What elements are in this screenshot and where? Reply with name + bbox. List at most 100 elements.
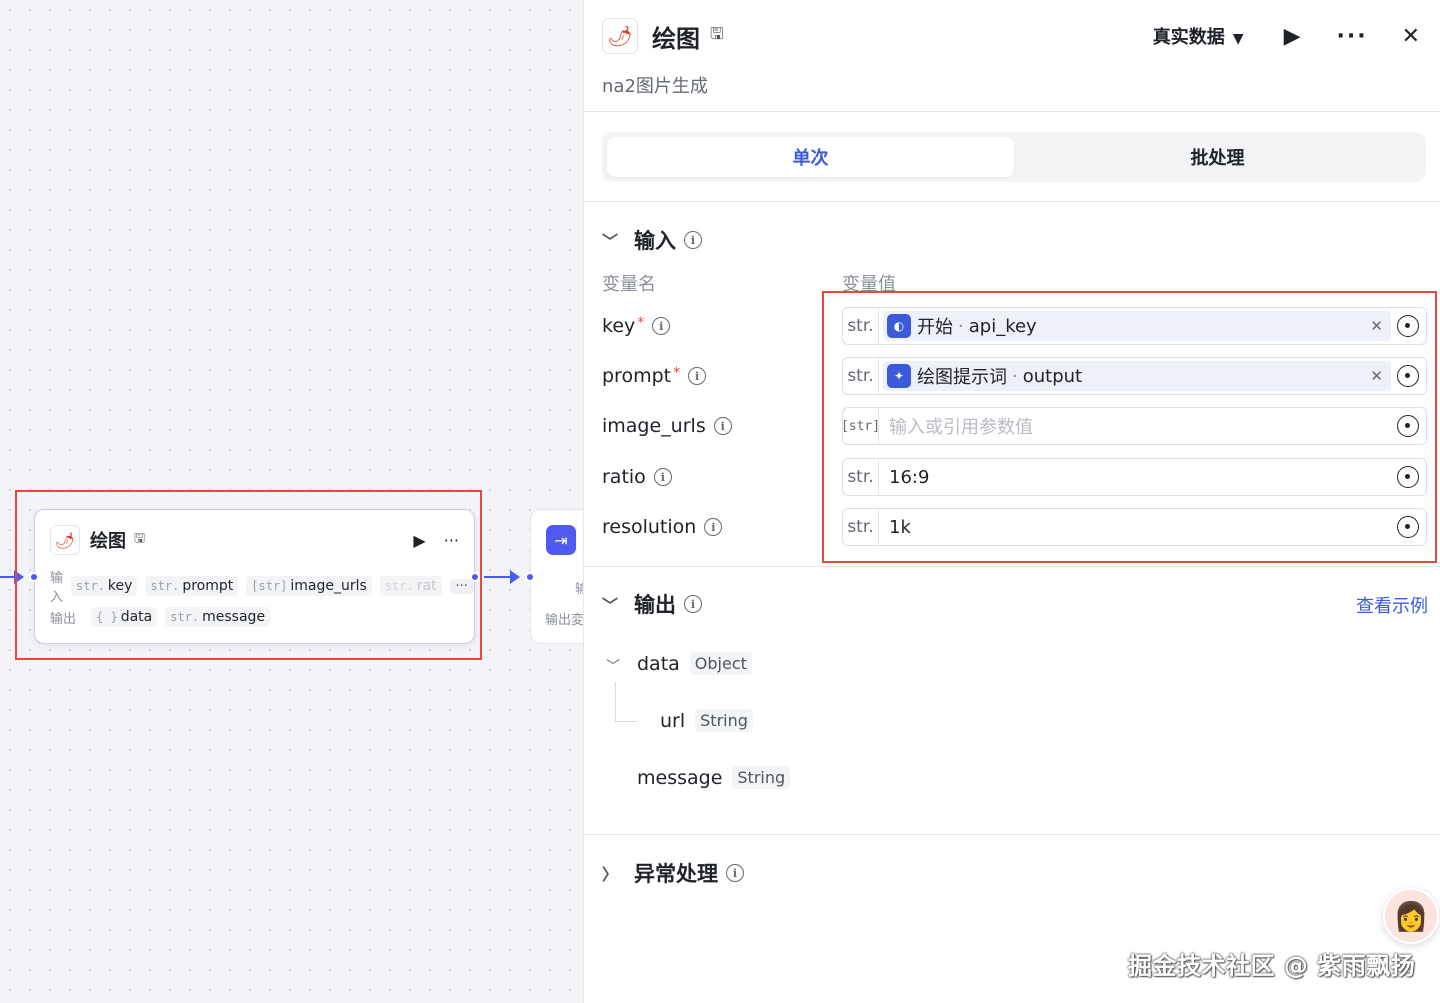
info-icon[interactable]: i <box>713 417 732 435</box>
data-mode-select[interactable]: 真实数据 ▼ <box>1153 23 1244 49</box>
type-chip: String <box>695 709 753 732</box>
tab-batch[interactable]: 批处理 <box>1014 137 1421 177</box>
start-icon: ◐ <box>887 314 911 338</box>
workflow-canvas[interactable]: 🌶 绘图 🖫 ▶ ··· 输入 str. key str. prompt [str]… <box>0 0 583 1003</box>
info-icon[interactable]: i <box>684 231 702 249</box>
required-mark: * <box>637 315 645 331</box>
divider <box>584 834 1440 835</box>
more-icon[interactable]: ··· <box>1336 24 1367 49</box>
divider <box>584 111 1440 112</box>
chili-plugin-icon: 🌶 <box>50 525 80 555</box>
node-input-chip: [str] image_urls <box>246 576 372 596</box>
node-output-chip: str. message <box>165 607 271 627</box>
info-icon[interactable]: i <box>684 595 702 613</box>
variable-source-icon[interactable] <box>1397 415 1419 437</box>
draw-node[interactable]: 🌶 绘图 🖫 ▶ ··· 输入 str. key str. prompt [str]… <box>29 509 480 644</box>
tree-line <box>615 682 616 722</box>
info-icon[interactable]: i <box>704 518 723 536</box>
edit-icon[interactable]: 🖫 <box>134 529 145 551</box>
llm-icon: ✦ <box>887 364 911 388</box>
node-inputs-row: 输入 str. key str. prompt [str] image_urls st… <box>50 571 474 605</box>
var-name-resolution: resolution i <box>602 508 723 546</box>
node-output-label: 输出 <box>50 611 77 627</box>
next-node-output-label: 输出変 <box>545 613 583 628</box>
run-icon[interactable]: ▶ <box>1284 24 1301 49</box>
incoming-edge-arrow <box>14 570 24 584</box>
node-more-icon[interactable]: ··· <box>444 531 459 550</box>
clear-icon[interactable]: ✕ <box>1370 317 1383 335</box>
run-node-icon[interactable]: ▶ <box>413 531 425 550</box>
chevron-down-icon[interactable]: ﹀ <box>602 228 634 252</box>
output-field-data: data Object <box>637 652 752 675</box>
variable-source-icon[interactable] <box>1397 516 1419 538</box>
column-label-name: 变量名 <box>602 274 656 295</box>
node-header: 🌶 绘图 🖫 ▶ ··· <box>50 525 459 555</box>
required-mark: * <box>673 365 681 381</box>
info-icon[interactable]: i <box>726 864 744 882</box>
node-input-label: 输入 <box>50 571 64 605</box>
chevron-right-icon[interactable]: 〉 <box>602 861 634 885</box>
output-field-message: message String <box>637 766 791 789</box>
input-section-header[interactable]: ﹀ 输入 i <box>602 225 702 255</box>
output-section-header[interactable]: ﹀ 输出 i <box>602 589 702 619</box>
column-label-value: 变量值 <box>842 274 896 295</box>
output-section-title: 输出 <box>634 593 676 617</box>
next-node-input-port[interactable] <box>525 572 535 582</box>
type-label: str. <box>843 308 879 344</box>
node-input-chip: str. key <box>71 576 138 596</box>
type-chip: Object <box>689 652 752 675</box>
var-name-key: key * i <box>602 307 671 345</box>
chevron-down-icon[interactable]: ﹀ <box>606 656 620 676</box>
node-input-chip: str. prompt <box>145 576 239 596</box>
panel-title: 绘图 <box>652 24 700 53</box>
node-input-port[interactable] <box>29 572 39 582</box>
next-node-input-label: 输 <box>575 582 583 597</box>
watermark: 掘金技术社区 @ 紫雨飘扬 <box>1128 952 1416 980</box>
node-inputs-more-button[interactable]: ··· <box>449 578 474 594</box>
var-value-key[interactable]: str. ◐ 开始 · api_key ✕ <box>842 307 1427 345</box>
type-label: [str] <box>841 408 880 444</box>
var-value-prompt[interactable]: str. ✦ 绘图提示词 · output ✕ <box>842 357 1427 395</box>
value-input[interactable]: 1k <box>889 517 1391 538</box>
node-outputs-row: 输出 { } data str. message <box>50 605 271 629</box>
value-input[interactable]: 输入或引用参数值 <box>889 413 1391 439</box>
outgoing-edge-arrow <box>510 570 520 584</box>
close-icon[interactable]: ✕ <box>1402 24 1420 49</box>
divider <box>584 566 1440 567</box>
clear-icon[interactable]: ✕ <box>1370 367 1383 385</box>
reference-tag[interactable]: ◐ 开始 · api_key ✕ <box>883 311 1391 341</box>
variable-source-icon[interactable] <box>1397 365 1419 387</box>
variable-source-icon[interactable] <box>1397 315 1419 337</box>
next-node[interactable]: ⇥ 输 输出変 <box>525 509 583 644</box>
caret-down-icon: ▼ <box>1232 31 1244 47</box>
var-value-ratio[interactable]: str. 16:9 <box>842 458 1427 496</box>
type-label: str. <box>843 459 879 495</box>
info-icon[interactable]: i <box>652 317 671 335</box>
var-name-image-urls: image_urls i <box>602 407 732 445</box>
input-section-title: 输入 <box>634 229 676 253</box>
edit-icon[interactable]: 🖫 <box>710 23 724 50</box>
tree-line <box>615 721 637 722</box>
error-section-title: 异常处理 <box>634 862 718 886</box>
tab-single[interactable]: 单次 <box>607 137 1014 177</box>
variable-source-icon[interactable] <box>1397 466 1419 488</box>
node-input-chip: str. rat <box>379 576 442 596</box>
var-value-resolution[interactable]: str. 1k <box>842 508 1427 546</box>
info-icon[interactable]: i <box>653 468 672 486</box>
output-field-url: url String <box>660 709 753 732</box>
type-label: str. <box>843 509 879 545</box>
node-config-panel: 🌶 绘图 🖫 真实数据 ▼ ▶ ··· ✕ na2图片生成 单次 批处理 ﹀ 输入… <box>583 0 1440 1003</box>
avatar[interactable]: 👩 <box>1383 888 1439 944</box>
view-example-link[interactable]: 查看示例 <box>1356 592 1428 618</box>
reference-tag[interactable]: ✦ 绘图提示词 · output ✕ <box>883 361 1391 391</box>
node-title: 绘图 <box>90 531 126 552</box>
var-value-image-urls[interactable]: [str] 输入或引用参数值 <box>841 407 1427 445</box>
chili-plugin-icon: 🌶 <box>602 18 638 54</box>
value-input[interactable]: 16:9 <box>889 467 1391 488</box>
panel-header: 🌶 绘图 🖫 真实数据 ▼ ▶ ··· ✕ <box>602 18 1420 54</box>
var-name-ratio: ratio i <box>602 458 672 496</box>
chevron-down-icon[interactable]: ﹀ <box>602 592 634 616</box>
error-section-header[interactable]: 〉 异常处理 i <box>602 858 744 888</box>
var-name-prompt: prompt * i <box>602 357 707 395</box>
info-icon[interactable]: i <box>688 367 707 385</box>
